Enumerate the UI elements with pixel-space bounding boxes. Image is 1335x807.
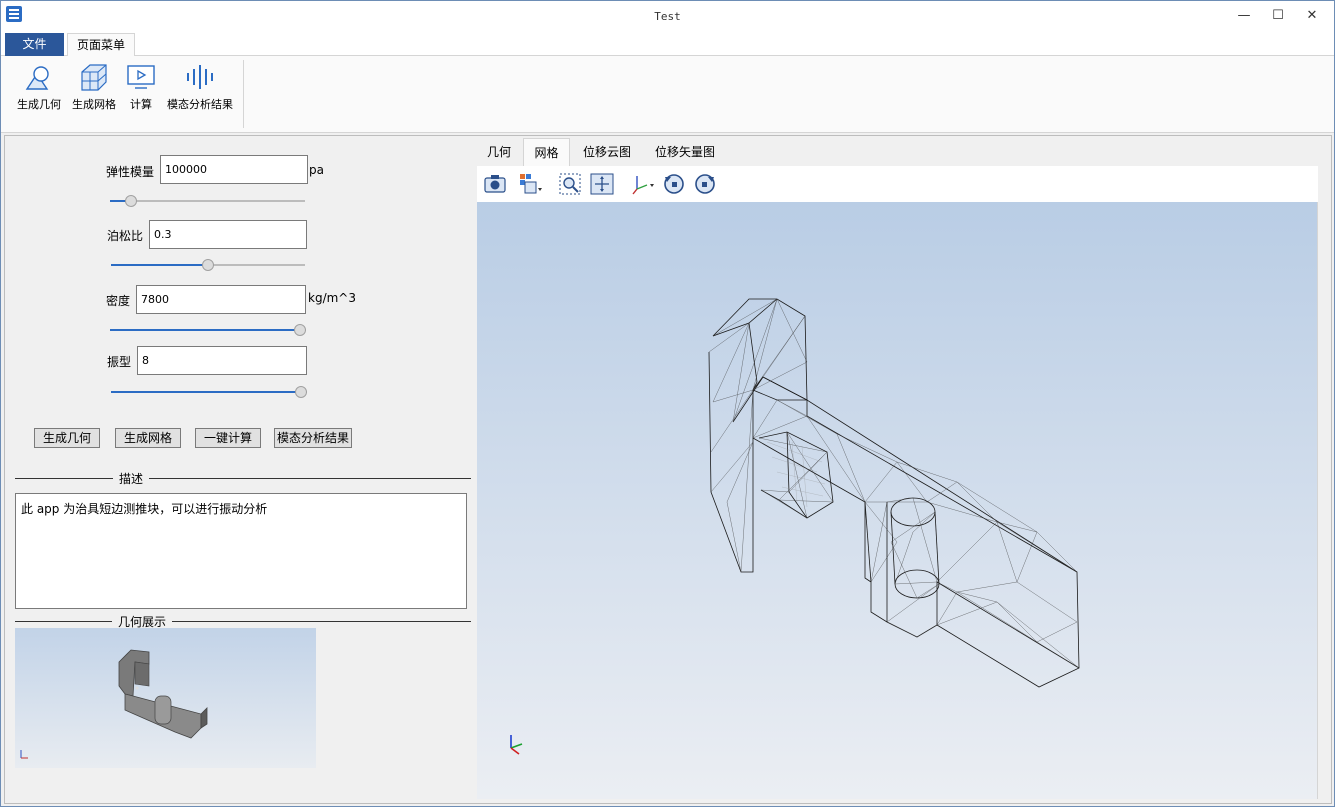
view-cube-icon[interactable] xyxy=(517,171,543,197)
slider-thumb[interactable] xyxy=(125,195,137,207)
slider-fill xyxy=(111,391,301,393)
fit-all-icon[interactable] xyxy=(589,171,615,197)
minimize-button[interactable]: — xyxy=(1229,5,1259,27)
title-bar: Test — ☐ ✕ xyxy=(1,1,1334,31)
elastic-modulus-input[interactable]: 100000 xyxy=(160,155,308,184)
zoom-box-icon[interactable] xyxy=(557,171,583,197)
mode-shape-label: 振型 xyxy=(107,355,132,369)
geometry-icon xyxy=(25,66,49,90)
ribbon-compute-label: 计算 xyxy=(130,98,152,111)
mode-shape-slider[interactable] xyxy=(111,386,307,398)
viewport-axis-triad-icon xyxy=(510,735,523,755)
poisson-ratio-slider[interactable] xyxy=(111,259,305,271)
main-panel: 弹性模量 100000 pa 泊松比 0.3 密度 7800 kg/m^3 振型… xyxy=(4,135,1332,804)
ribbon-compute-button[interactable]: 计算 xyxy=(123,62,159,122)
viewer-toolbar xyxy=(477,166,1318,202)
density-input[interactable]: 7800 xyxy=(136,285,306,314)
menu-page-tab[interactable]: 页面菜单 xyxy=(67,33,135,57)
density-label: 密度 xyxy=(106,294,131,308)
menu-bar: 文件 页面菜单 xyxy=(1,31,1334,57)
ribbon-modal-result-label: 模态分析结果 xyxy=(167,98,233,111)
gen-geometry-button[interactable]: 生成几何 xyxy=(34,428,100,448)
maximize-button[interactable]: ☐ xyxy=(1263,5,1293,27)
poisson-ratio-input[interactable]: 0.3 xyxy=(149,220,307,249)
density-unit: kg/m^3 xyxy=(308,291,356,305)
slider-thumb[interactable] xyxy=(294,324,306,336)
axis-orientation-icon[interactable] xyxy=(629,171,655,197)
gen-mesh-button[interactable]: 生成网格 xyxy=(115,428,181,448)
slider-track xyxy=(110,200,305,202)
window-title: Test xyxy=(654,10,681,23)
geometry-preview-divider xyxy=(15,621,471,622)
ribbon-gen-geometry-label: 生成几何 xyxy=(17,98,61,111)
ribbon-separator xyxy=(243,60,244,128)
density-slider[interactable] xyxy=(110,324,306,336)
mode-shape-input[interactable]: 8 xyxy=(137,346,307,375)
description-divider xyxy=(15,478,471,479)
ribbon-modal-result-button[interactable]: 模态分析结果 xyxy=(163,62,237,122)
ribbon-gen-mesh-label: 生成网格 xyxy=(72,98,116,111)
slider-fill xyxy=(111,264,208,266)
mesh-viewport[interactable] xyxy=(477,202,1318,799)
one-click-compute-button[interactable]: 一键计算 xyxy=(195,428,261,448)
ribbon-gen-geometry-button[interactable]: 生成几何 xyxy=(13,62,65,122)
slider-fill xyxy=(110,329,300,331)
poisson-ratio-label: 泊松比 xyxy=(107,229,144,243)
geometry-preview-model xyxy=(118,649,208,739)
rotate-right-icon[interactable] xyxy=(692,171,718,197)
slider-thumb[interactable] xyxy=(295,386,307,398)
tab-displacement-vector[interactable]: 位移矢量图 xyxy=(650,138,720,166)
app-window: Test — ☐ ✕ 文件 页面菜单 生成几何 生成网格 计算 模态分析结果 弹… xyxy=(0,0,1335,807)
tab-mesh[interactable]: 网格 xyxy=(523,138,570,166)
preview-axis-icon xyxy=(20,750,28,759)
mesh-icon xyxy=(81,64,107,91)
modal-result-button[interactable]: 模态分析结果 xyxy=(274,428,352,448)
tab-geometry[interactable]: 几何 xyxy=(479,138,519,166)
compute-icon xyxy=(127,65,155,89)
mesh-model xyxy=(708,298,1080,688)
camera-icon[interactable] xyxy=(482,171,508,197)
close-button[interactable]: ✕ xyxy=(1297,5,1327,27)
menu-file[interactable]: 文件 xyxy=(5,33,64,56)
slider-thumb[interactable] xyxy=(202,259,214,271)
elastic-modulus-label: 弹性模量 xyxy=(106,165,155,179)
elastic-modulus-unit: pa xyxy=(309,163,324,177)
tab-displacement-contour[interactable]: 位移云图 xyxy=(577,138,637,166)
elastic-modulus-slider[interactable] xyxy=(110,195,305,207)
description-title: 描述 xyxy=(113,470,150,487)
geometry-preview-viewport[interactable] xyxy=(15,628,316,768)
modal-result-icon xyxy=(187,65,213,89)
rotate-left-icon[interactable] xyxy=(661,171,687,197)
ribbon-gen-mesh-button[interactable]: 生成网格 xyxy=(68,62,120,122)
ribbon: 生成几何 生成网格 计算 模态分析结果 xyxy=(1,56,1334,133)
description-textbox[interactable]: 此 app 为治具短边测推块，可以进行振动分析 xyxy=(15,493,467,609)
